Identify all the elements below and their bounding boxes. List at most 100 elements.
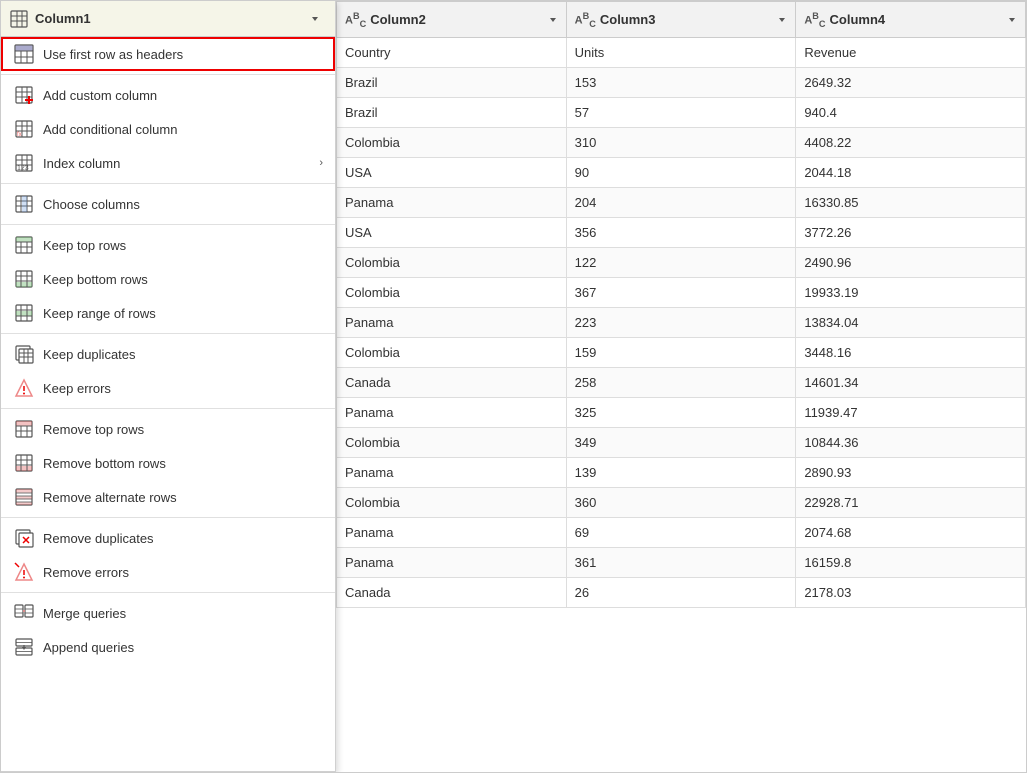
col2-header: ABC Column2 <box>337 2 567 38</box>
table-row: Colombia36022928.71 <box>337 488 1026 518</box>
menu-item-keep-range-of-rows[interactable]: Keep range of rows <box>1 296 335 330</box>
table-cell: Colombia <box>337 428 567 458</box>
table-cell: 2178.03 <box>796 578 1026 608</box>
col4-type-icon: ABC <box>804 11 825 29</box>
col2-type-icon: ABC <box>345 11 366 29</box>
menu-item-use-first-row[interactable]: Use first row as headers <box>1 37 335 71</box>
keep-bottom-icon <box>13 268 35 290</box>
menu-item-label-append-queries: Append queries <box>43 640 134 655</box>
column1-header: Column1 <box>1 1 335 37</box>
table-area: ABC Column2 ABC Column3 <box>336 1 1026 772</box>
menu-divider <box>1 333 335 334</box>
header-dropdown-arrow[interactable] <box>303 7 327 31</box>
table-body: CountryUnitsRevenueBrazil1532649.32Brazi… <box>337 38 1026 608</box>
table-cell: USA <box>337 158 567 188</box>
table-cell: Panama <box>337 548 567 578</box>
table-cell: Panama <box>337 458 567 488</box>
table-cell: 204 <box>566 188 796 218</box>
table-row: USA902044.18 <box>337 158 1026 188</box>
dropdown-menu: Column1 Use first row as headers Add cus… <box>1 1 336 772</box>
table-cell: 367 <box>566 278 796 308</box>
append-icon <box>13 636 35 658</box>
menu-item-label-keep-bottom-rows: Keep bottom rows <box>43 272 148 287</box>
table-cell: 2490.96 <box>796 248 1026 278</box>
menu-item-keep-errors[interactable]: Keep errors <box>1 371 335 405</box>
table-cell: Panama <box>337 398 567 428</box>
menu-item-remove-top-rows[interactable]: Remove top rows <box>1 412 335 446</box>
menu-item-label-remove-bottom-rows: Remove bottom rows <box>43 456 166 471</box>
table-cell: Colombia <box>337 338 567 368</box>
table-cell: USA <box>337 218 567 248</box>
column1-label: Column1 <box>35 11 91 26</box>
table-row: Panama22313834.04 <box>337 308 1026 338</box>
table-cell: 159 <box>566 338 796 368</box>
table-cell: 16159.8 <box>796 548 1026 578</box>
menu-divider <box>1 408 335 409</box>
table-cell: 4408.22 <box>796 128 1026 158</box>
table-cell: 356 <box>566 218 796 248</box>
menu-item-remove-duplicates[interactable]: Remove duplicates <box>1 521 335 555</box>
table-cell: Canada <box>337 578 567 608</box>
menu-item-keep-bottom-rows[interactable]: Keep bottom rows <box>1 262 335 296</box>
menu-item-choose-columns[interactable]: Choose columns <box>1 187 335 221</box>
keep-err-icon <box>13 377 35 399</box>
table-cell: 940.4 <box>796 98 1026 128</box>
table-row: Canada262178.03 <box>337 578 1026 608</box>
table-cell: 22928.71 <box>796 488 1026 518</box>
table-row: Panama20416330.85 <box>337 188 1026 218</box>
table-cell: 360 <box>566 488 796 518</box>
menu-item-label-keep-duplicates: Keep duplicates <box>43 347 136 362</box>
table-cell: 14601.34 <box>796 368 1026 398</box>
menu-item-add-custom-column[interactable]: Add custom column <box>1 78 335 112</box>
table-row: Colombia3104408.22 <box>337 128 1026 158</box>
menu-item-index-column[interactable]: 123 Index column› <box>1 146 335 180</box>
table-cell: 2044.18 <box>796 158 1026 188</box>
menu-item-label-remove-errors: Remove errors <box>43 565 129 580</box>
remove-alt-icon <box>13 486 35 508</box>
col4-header: ABC Column4 <box>796 2 1026 38</box>
menu-divider <box>1 592 335 593</box>
table-cell: 310 <box>566 128 796 158</box>
table-cell: Colombia <box>337 248 567 278</box>
table-header-icon <box>13 43 35 65</box>
table-cell: Brazil <box>337 68 567 98</box>
remove-err-icon <box>13 561 35 583</box>
table-cell: 325 <box>566 398 796 428</box>
table-cell: 57 <box>566 98 796 128</box>
table-cell: 3448.16 <box>796 338 1026 368</box>
data-table: ABC Column2 ABC Column3 <box>336 1 1026 608</box>
menu-item-remove-bottom-rows[interactable]: Remove bottom rows <box>1 446 335 480</box>
keep-top-icon <box>13 234 35 256</box>
table-cell: 139 <box>566 458 796 488</box>
table-row: Panama36116159.8 <box>337 548 1026 578</box>
menu-item-merge-queries[interactable]: Merge queries <box>1 596 335 630</box>
menu-item-add-conditional-column[interactable]: fx Add conditional column <box>1 112 335 146</box>
menu-item-append-queries[interactable]: Append queries <box>1 630 335 664</box>
table-cell: 3772.26 <box>796 218 1026 248</box>
menu-divider <box>1 74 335 75</box>
table-row: Brazil57940.4 <box>337 98 1026 128</box>
menu-item-keep-top-rows[interactable]: Keep top rows <box>1 228 335 262</box>
menu-item-label-index-column: Index column <box>43 156 120 171</box>
remove-dup-icon <box>13 527 35 549</box>
table-cell: Panama <box>337 188 567 218</box>
col3-dropdown[interactable] <box>777 15 787 25</box>
menu-divider <box>1 517 335 518</box>
menu-item-label-keep-top-rows: Keep top rows <box>43 238 126 253</box>
table-row: Panama1392890.93 <box>337 458 1026 488</box>
menu-item-label-keep-range-of-rows: Keep range of rows <box>43 306 156 321</box>
menu-item-remove-alternate-rows[interactable]: Remove alternate rows <box>1 480 335 514</box>
table-cell: Colombia <box>337 128 567 158</box>
menu-item-label-choose-columns: Choose columns <box>43 197 140 212</box>
table-row: Colombia34910844.36 <box>337 428 1026 458</box>
table-cell: 69 <box>566 518 796 548</box>
table-cell: 2649.32 <box>796 68 1026 98</box>
col4-dropdown[interactable] <box>1007 15 1017 25</box>
table-cell: 122 <box>566 248 796 278</box>
menu-item-keep-duplicates[interactable]: Keep duplicates <box>1 337 335 371</box>
menu-item-label-merge-queries: Merge queries <box>43 606 126 621</box>
col2-dropdown[interactable] <box>548 15 558 25</box>
svg-text:fx: fx <box>17 132 22 138</box>
table-cell: Colombia <box>337 488 567 518</box>
menu-item-remove-errors[interactable]: Remove errors <box>1 555 335 589</box>
